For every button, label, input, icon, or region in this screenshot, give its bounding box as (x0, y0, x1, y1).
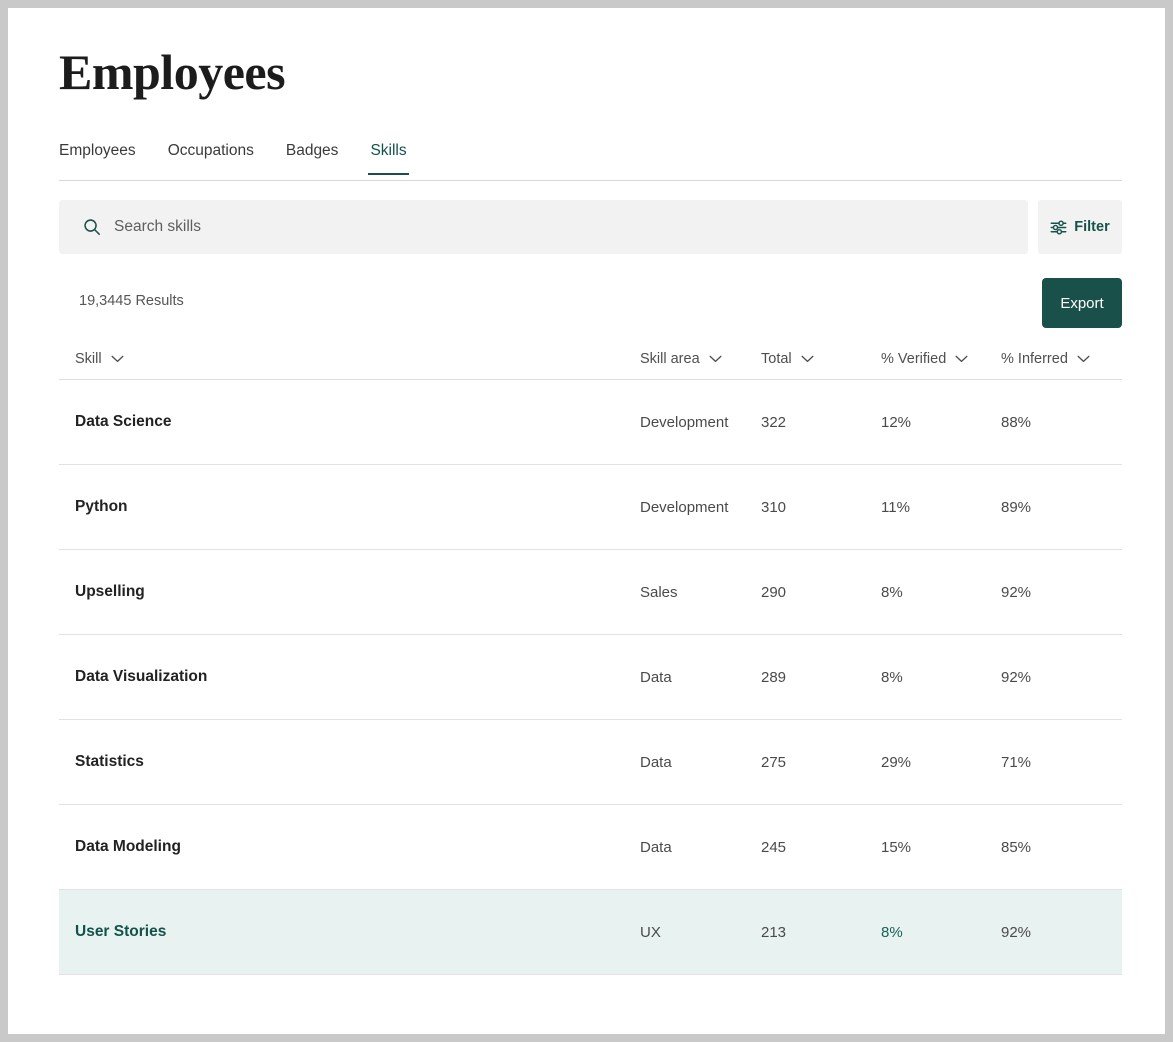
cell-inferred: 88% (1001, 413, 1032, 431)
cell-inferred: 89% (1001, 498, 1032, 516)
sliders-icon (1050, 219, 1067, 235)
column-header-inferred[interactable]: % Inferred (1001, 351, 1122, 367)
cell-verified: 12% (881, 413, 912, 431)
cell-skill-area: Data (640, 668, 672, 686)
page-card: Employees Employees Occupations Badges S… (8, 8, 1165, 1034)
search-icon (84, 219, 100, 235)
cell-skill-area: Development (640, 413, 729, 431)
tab-badges-label: Badges (285, 142, 339, 159)
table-header-row: Skill Skill area Total % Verified % Infe… (59, 339, 1122, 380)
tab-skills[interactable]: Skills (368, 142, 409, 175)
cell-inferred: 71% (1001, 753, 1032, 771)
column-header-inferred-label: % Inferred (1001, 351, 1068, 367)
cell-inferred: 92% (1001, 923, 1032, 941)
column-header-verified[interactable]: % Verified (881, 351, 1001, 367)
cell-skill: Statistics (75, 753, 144, 770)
column-header-skill-label: Skill (75, 351, 102, 367)
column-header-verified-label: % Verified (881, 351, 947, 367)
export-button[interactable]: Export (1042, 278, 1122, 328)
cell-total: 290 (761, 583, 787, 601)
cell-total: 310 (761, 498, 787, 516)
tab-employees[interactable]: Employees (59, 142, 136, 174)
table-row-selected[interactable]: User Stories UX 213 8% 92% (59, 890, 1122, 975)
cell-inferred: 85% (1001, 838, 1032, 856)
tab-skills-label: Skills (370, 142, 407, 159)
cell-skill-area: Sales (640, 583, 678, 601)
tab-employees-label: Employees (59, 142, 136, 159)
cell-total: 245 (761, 838, 787, 856)
cell-skill-area: Data (640, 838, 672, 856)
cell-skill-area: Data (640, 753, 672, 771)
chevron-down-icon (111, 355, 124, 363)
filter-button-label: Filter (1074, 219, 1110, 235)
cell-skill-area: UX (640, 923, 661, 941)
tab-badges[interactable]: Badges (286, 142, 339, 174)
tab-occupations-label: Occupations (167, 142, 254, 159)
cell-inferred: 92% (1001, 583, 1032, 601)
column-header-total-label: Total (761, 351, 792, 367)
search-toolbar: Search skills Filter (59, 200, 1122, 254)
table-row[interactable]: Python Development 310 11% 89% (59, 465, 1122, 550)
cell-skill: Data Visualization (75, 668, 208, 685)
cell-verified: 8% (881, 668, 903, 686)
results-count: 19,3445 Results (79, 293, 184, 309)
tab-occupations[interactable]: Occupations (168, 142, 254, 174)
cell-skill: Python (75, 498, 128, 515)
cell-skill: Data Science (75, 413, 172, 430)
cell-skill: User Stories (75, 923, 167, 940)
column-header-skill[interactable]: Skill (59, 351, 640, 367)
cell-verified: 11% (881, 498, 910, 516)
table-row[interactable]: Upselling Sales 290 8% 92% (59, 550, 1122, 635)
cell-verified: 29% (881, 753, 912, 771)
table-row[interactable]: Data Science Development 322 12% 88% (59, 380, 1122, 465)
results-toolbar: 19,3445 Results Export (59, 278, 1122, 328)
cell-skill: Data Modeling (75, 838, 181, 855)
search-input[interactable]: Search skills (59, 200, 1028, 254)
skills-table: Skill Skill area Total % Verified % Infe… (59, 339, 1122, 975)
cell-total: 322 (761, 413, 787, 431)
cell-verified: 15% (881, 838, 912, 856)
chevron-down-icon (1077, 355, 1090, 363)
cell-verified: 8% (881, 583, 903, 601)
chevron-down-icon (955, 355, 968, 363)
cell-total: 213 (761, 923, 787, 941)
chevron-down-icon (709, 355, 722, 363)
cell-inferred: 92% (1001, 668, 1032, 686)
page-title: Employees (59, 44, 286, 100)
table-row[interactable]: Data Visualization Data 289 8% 92% (59, 635, 1122, 720)
cell-skill: Upselling (75, 583, 145, 600)
column-header-skill-area-label: Skill area (640, 351, 700, 367)
table-row[interactable]: Statistics Data 275 29% 71% (59, 720, 1122, 805)
search-placeholder-text: Search skills (114, 218, 201, 235)
filter-button[interactable]: Filter (1038, 200, 1122, 254)
tab-bar: Employees Occupations Badges Skills (59, 142, 1122, 181)
column-header-skill-area[interactable]: Skill area (640, 351, 761, 367)
cell-skill-area: Development (640, 498, 729, 516)
chevron-down-icon (801, 355, 814, 363)
cell-verified: 8% (881, 923, 903, 941)
column-header-total[interactable]: Total (761, 351, 881, 367)
cell-total: 275 (761, 753, 787, 771)
cell-total: 289 (761, 668, 787, 686)
table-row[interactable]: Data Modeling Data 245 15% 85% (59, 805, 1122, 890)
